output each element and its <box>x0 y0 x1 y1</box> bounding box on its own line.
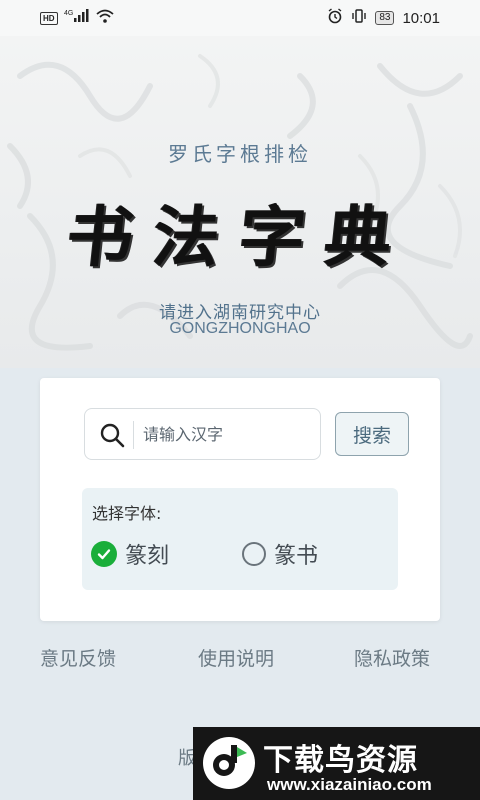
status-bar: HD 4G 83 10:01 <box>0 0 480 36</box>
status-left: HD 4G <box>40 9 114 27</box>
privacy-policy-link[interactable]: 隐私政策 <box>354 644 430 671</box>
search-card: 搜索 选择字体: 篆刻 篆书 <box>40 378 440 621</box>
font-select-label: 选择字体: <box>92 504 162 523</box>
radio-checked[interactable] <box>91 541 117 567</box>
font-option-label: 篆刻 <box>125 544 170 569</box>
footer-links: 意见反馈 使用说明 隐私政策 <box>0 644 480 680</box>
font-option-label: 篆书 <box>274 544 319 569</box>
banner-subtitle: 罗氏字根排检 <box>168 142 312 166</box>
app-title: 书法字典 <box>63 198 416 276</box>
alarm-icon <box>327 8 343 28</box>
search-icon <box>99 422 125 448</box>
status-right: 83 10:01 <box>327 8 440 28</box>
search-divider <box>133 421 134 449</box>
feedback-link[interactable]: 意见反馈 <box>40 644 116 671</box>
font-select-panel: 选择字体: 篆刻 篆书 <box>82 488 398 590</box>
watermark-title: 下载鸟资源 <box>263 743 418 778</box>
clock: 10:01 <box>402 9 440 27</box>
network-type: 4G <box>64 10 73 17</box>
font-option-zhuanshu[interactable]: 篆书 <box>242 538 318 570</box>
watermark-url: www.xiazainiao.com <box>267 775 432 794</box>
font-option-zhuanke[interactable]: 篆刻 <box>91 538 169 570</box>
battery-level: 83 <box>375 11 395 25</box>
banner-cta-sub: GONGZHONGHAO <box>169 320 311 337</box>
hd-badge: HD <box>40 11 58 25</box>
search-button[interactable]: 搜索 <box>335 412 409 456</box>
signal-icon: 4G <box>64 9 90 27</box>
check-icon <box>97 549 111 560</box>
logo-icon <box>201 735 257 791</box>
search-input[interactable] <box>143 419 313 449</box>
instructions-link[interactable]: 使用说明 <box>198 644 274 671</box>
radio-unchecked[interactable] <box>242 542 266 566</box>
wifi-icon <box>95 9 114 27</box>
header-banner: 罗氏字根排检 书法字典 请进入湖南研究中心 GONGZHONGHAO <box>0 36 480 368</box>
vibrate-icon <box>351 8 367 28</box>
watermark-overlay: 下载鸟资源 www.xiazainiao.com <box>193 727 480 800</box>
search-box[interactable] <box>84 408 321 460</box>
